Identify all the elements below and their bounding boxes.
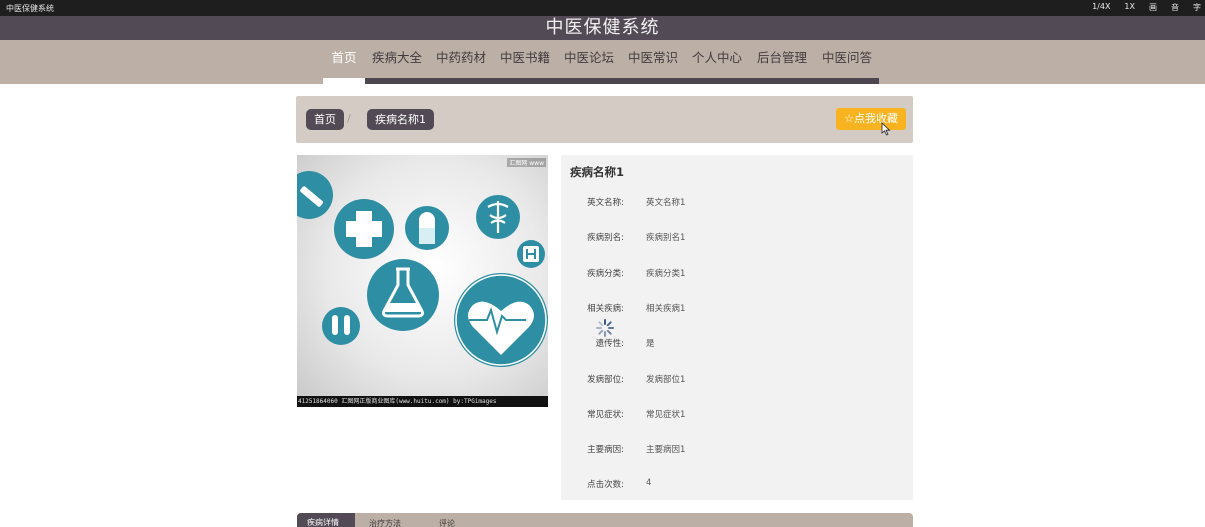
tab-treatment[interactable]: 治疗方法: [369, 518, 401, 527]
image-caption: 41251864060 汇图网正版商业图库(www.huitu.com) by:…: [297, 396, 548, 407]
nav-item-forum[interactable]: 中医论坛: [557, 40, 621, 84]
nav-item-home[interactable]: 首页: [323, 40, 365, 84]
nav-item-label: 中医论坛: [563, 50, 614, 65]
detail-label: 遗传性:: [595, 339, 624, 350]
detail-row: 常见症状: 常见症状1: [561, 408, 913, 422]
breadcrumb-separator: /: [347, 112, 351, 125]
window-controls: 1/4X 1X 画 音 字: [1092, 2, 1201, 13]
playback-speed-quarter-button[interactable]: 1/4X: [1092, 2, 1110, 13]
nav-item-underline: [685, 78, 749, 84]
loading-spinner-icon: [596, 319, 614, 337]
nav-item-knowledge[interactable]: 中医常识: [621, 40, 685, 84]
detail-value: 常见症状1: [646, 409, 686, 420]
breadcrumb-current: 疾病名称1: [367, 109, 434, 130]
star-outline-icon: ☆: [844, 112, 854, 125]
detail-label: 疾病分类:: [587, 268, 624, 279]
detail-label: 相关疾病:: [587, 303, 624, 314]
nav-item-underline: [749, 78, 815, 84]
disease-title: 疾病名称1: [570, 165, 625, 179]
nav-item-underline: [493, 78, 557, 84]
breadcrumb: 首页 / 疾病名称1 ☆点我收藏: [296, 96, 913, 143]
mouse-cursor-icon: [881, 122, 891, 136]
nav-item-qa[interactable]: 中医问答: [815, 40, 879, 84]
nav-item-underline: [365, 78, 429, 84]
detail-row: 主要病因: 主要病因1: [561, 443, 913, 457]
tab-comments[interactable]: 评论: [439, 518, 455, 527]
nav-item-diseases[interactable]: 疾病大全: [365, 40, 429, 84]
nav-item-admin[interactable]: 后台管理: [749, 40, 815, 84]
image-watermark: 汇图网 www: [507, 158, 546, 167]
nav-item-herbs[interactable]: 中药药材: [429, 40, 493, 84]
detail-label: 疾病别名:: [587, 233, 624, 244]
detail-row: 遗传性: 是: [561, 337, 913, 351]
nav-item-underline: [621, 78, 685, 84]
detail-label: 点击次数:: [587, 480, 624, 491]
detail-tabs: 疾病详情 治疗方法 评论: [297, 513, 913, 527]
detail-value: 疾病分类1: [646, 268, 686, 279]
test-tubes-icon: [322, 307, 360, 345]
favorite-button[interactable]: ☆点我收藏: [836, 108, 906, 130]
nav-item-underline: [323, 78, 365, 84]
nav-item-label: 中医问答: [821, 50, 872, 65]
nav-item-label: 后台管理: [756, 50, 807, 65]
detail-row: 相关疾病: 相关疾病1: [561, 302, 913, 316]
audio-button[interactable]: 音: [1171, 2, 1179, 13]
detail-label: 常见症状:: [587, 409, 624, 420]
detail-value: 英文名称1: [646, 198, 686, 208]
playback-speed-normal-button[interactable]: 1X: [1124, 2, 1135, 13]
detail-label: 英文名称:: [587, 198, 624, 208]
main-nav: 首页 疾病大全 中药药材 中医书籍 中医论坛 中医常识 个人中心 后台管理 中医问答: [0, 40, 1205, 84]
detail-value: 4: [646, 478, 652, 489]
nav-item-label: 首页: [331, 50, 357, 65]
detail-row: 英文名称: 英文名称1: [561, 196, 913, 210]
window-title: 中医保健系统: [6, 4, 54, 13]
detail-value: 相关疾病1: [646, 303, 686, 314]
nav-item-books[interactable]: 中医书籍: [493, 40, 557, 84]
nav-item-underline: [429, 78, 493, 84]
favorite-button-label: 点我收藏: [854, 112, 898, 125]
detail-value: 是: [646, 339, 655, 350]
nav-item-underline: [557, 78, 621, 84]
medical-icons-illustration: [297, 171, 548, 367]
detail-label: 主要病因:: [587, 445, 624, 456]
nav-item-label: 中医书籍: [499, 50, 550, 65]
nav-item-label: 中药药材: [435, 50, 486, 65]
site-title: 中医保健系统: [545, 17, 660, 38]
detail-value: 疾病别名1: [646, 233, 686, 244]
detail-value: 主要病因1: [646, 445, 686, 456]
window-titlebar: 中医保健系统 1/4X 1X 画 音 字: [0, 0, 1205, 16]
nav-item-label: 中医常识: [627, 50, 678, 65]
detail-row: 发病部位: 发病部位1: [561, 373, 913, 387]
tab-disease-detail[interactable]: 疾病详情: [297, 513, 355, 527]
nav-item-underline: [815, 78, 879, 84]
breadcrumb-home-link[interactable]: 首页: [306, 109, 344, 130]
subtitle-button[interactable]: 字: [1193, 2, 1201, 13]
detail-row: 点击次数: 4: [561, 478, 913, 492]
detail-row: 疾病别名: 疾病别名1: [561, 231, 913, 245]
detail-row: 疾病分类: 疾病分类1: [561, 267, 913, 281]
disease-image: 汇图网 www 41251864060 汇图网正版商业图库(www.huitu.…: [297, 155, 548, 407]
nav-item-label: 疾病大全: [371, 50, 422, 65]
detail-value: 发病部位1: [646, 374, 686, 385]
nav-item-user-center[interactable]: 个人中心: [685, 40, 749, 84]
nav-item-label: 个人中心: [691, 50, 742, 65]
detail-label: 发病部位:: [587, 374, 624, 385]
picture-button[interactable]: 画: [1149, 2, 1157, 13]
